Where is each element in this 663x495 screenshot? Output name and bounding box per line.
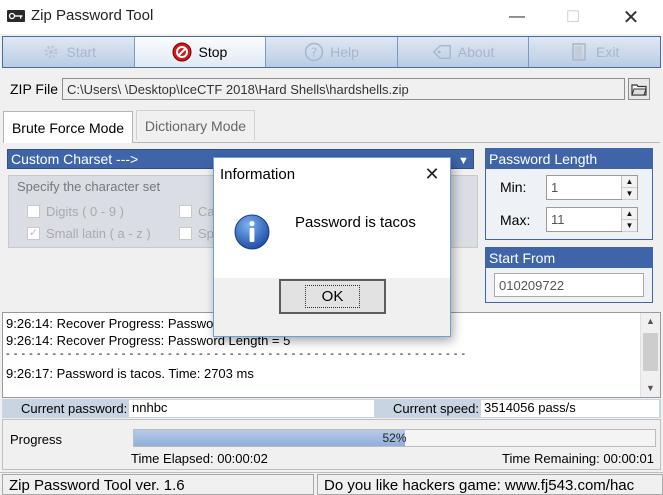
current-speed-label: Current speed: xyxy=(393,401,479,416)
dialog-title: Information xyxy=(220,166,296,183)
digits-checkbox[interactable]: Digits ( 0 - 9 ) xyxy=(27,204,124,219)
help-button[interactable]: ? Help xyxy=(266,37,398,67)
small-latin-label: Small latin ( a - z ) xyxy=(46,226,151,241)
capital-latin-checkbox[interactable]: Ca xyxy=(179,204,215,219)
info-icon xyxy=(234,214,270,250)
down-arrow-icon[interactable]: ▼ xyxy=(622,188,637,200)
progress-area: Progress 52% Time Elapsed: 00:00:02 Time… xyxy=(2,419,661,470)
svg-text:?: ? xyxy=(311,46,317,60)
close-icon: ✕ xyxy=(424,164,440,184)
start-label: Start xyxy=(66,44,97,60)
progress-label: Progress xyxy=(10,432,63,447)
window-title: Zip Password Tool xyxy=(31,7,154,24)
dialog-titlebar: Information ✕ xyxy=(214,158,450,190)
log-line: 9:26:14: Recover Progress: Passwo xyxy=(6,316,214,331)
about-button[interactable]: About xyxy=(398,37,530,67)
ok-label: OK xyxy=(304,285,361,308)
check-icon: ✓ xyxy=(27,227,40,240)
gear-icon xyxy=(41,42,61,62)
stop-button[interactable]: Stop xyxy=(134,37,267,67)
exit-icon xyxy=(570,42,590,62)
exit-label: Exit xyxy=(596,44,620,60)
information-dialog: Information ✕ Password is tacos OK xyxy=(213,157,451,337)
folder-icon xyxy=(631,84,647,96)
min-label: Min: xyxy=(500,179,527,195)
help-label: Help xyxy=(330,44,359,60)
dialog-close-button[interactable]: ✕ xyxy=(420,162,444,186)
help-icon: ? xyxy=(304,42,324,62)
log-scrollbar[interactable]: ▲ ▼ xyxy=(640,313,660,397)
down-arrow-icon[interactable]: ▼ xyxy=(622,220,637,232)
status-version: Zip Password Tool ver. 1.6 xyxy=(2,474,314,495)
digits-label: Digits ( 0 - 9 ) xyxy=(46,204,125,219)
charset-group-title: Specify the character set xyxy=(17,179,161,194)
small-latin-checkbox[interactable]: ✓ Small latin ( a - z ) xyxy=(27,226,151,241)
zip-path-field[interactable]: C:\Users\ \Desktop\IceCTF 2018\Hard Shel… xyxy=(62,78,625,100)
current-password-label: Current password: xyxy=(21,401,128,416)
min-stepper[interactable]: 1 ▲ ▼ xyxy=(546,175,638,200)
key-icon xyxy=(7,10,25,22)
password-length-panel: Password Length Min: 1 ▲ ▼ Max: 11 ▲ ▼ xyxy=(485,148,653,240)
dialog-body: Password is tacos xyxy=(214,190,450,278)
current-status-row: Current password: nnhbc Current speed: 3… xyxy=(2,399,661,418)
about-label: About xyxy=(457,44,495,60)
max-label: Max: xyxy=(500,212,531,228)
min-value: 1 xyxy=(551,180,559,195)
charset-dropdown-label: Custom Charset ---> xyxy=(11,151,139,167)
current-speed-value: 3514056 pass/s xyxy=(481,400,659,417)
maximize-button[interactable]: ☐ xyxy=(550,0,596,34)
toolbar: Start Stop ? Help About Exit xyxy=(2,36,661,68)
start-from-panel: Start From 010209722 xyxy=(485,247,653,303)
close-button[interactable]: ✕ xyxy=(608,0,654,34)
current-password-value: nnhbc xyxy=(129,400,374,417)
stop-icon xyxy=(172,42,192,62)
time-remaining: Time Remaining: 00:00:01 xyxy=(502,451,654,466)
ok-button[interactable]: OK xyxy=(279,279,386,314)
max-stepper[interactable]: 11 ▲ ▼ xyxy=(546,207,638,232)
scroll-down-icon[interactable]: ▼ xyxy=(641,380,660,397)
tag-icon xyxy=(432,42,452,62)
up-arrow-icon[interactable]: ▲ xyxy=(622,176,637,188)
progress-percent: 52% xyxy=(382,431,407,445)
status-link[interactable]: Do you like hackers game: www.fj543.com/… xyxy=(317,474,663,495)
dialog-message: Password is tacos xyxy=(295,214,416,231)
password-length-title: Password Length xyxy=(486,149,652,169)
checkbox-box xyxy=(179,205,192,218)
chevron-down-icon: ▼ xyxy=(458,155,469,167)
minimize-button[interactable]: — xyxy=(494,0,540,34)
scroll-thumb[interactable] xyxy=(643,333,658,371)
stop-label: Stop xyxy=(198,44,228,60)
checkbox-box xyxy=(27,205,40,218)
time-elapsed: Time Elapsed: 00:00:02 xyxy=(131,451,268,466)
checkbox-box xyxy=(179,227,192,240)
maximize-icon: ☐ xyxy=(565,9,581,26)
scroll-up-icon[interactable]: ▲ xyxy=(641,313,660,330)
tab-dictionary[interactable]: Dictionary Mode xyxy=(136,110,255,140)
start-button[interactable]: Start xyxy=(3,37,135,67)
special-checkbox[interactable]: Sp xyxy=(179,226,214,241)
special-label: Sp xyxy=(198,226,214,241)
tab-brute-force[interactable]: Brute Force Mode xyxy=(3,111,133,143)
window-titlebar: Zip Password Tool — ☐ ✕ xyxy=(0,0,663,34)
start-from-title: Start From xyxy=(486,248,652,268)
progress-bar: 52% xyxy=(133,429,656,447)
log-separator: - - - - - - - - - - - - - - - - - - - - … xyxy=(6,348,466,360)
status-bar: Zip Password Tool ver. 1.6 Do you like h… xyxy=(0,472,663,495)
exit-button[interactable]: Exit xyxy=(529,37,660,67)
zip-file-label: ZIP File xyxy=(10,81,58,97)
max-value: 11 xyxy=(551,212,565,227)
log-line: 9:26:17: Password is tacos. Time: 2703 m… xyxy=(6,366,254,381)
start-from-input[interactable]: 010209722 xyxy=(494,273,644,297)
up-arrow-icon[interactable]: ▲ xyxy=(622,208,637,220)
browse-button[interactable] xyxy=(628,78,650,100)
close-icon: ✕ xyxy=(622,6,640,29)
minimize-icon: — xyxy=(509,8,525,25)
